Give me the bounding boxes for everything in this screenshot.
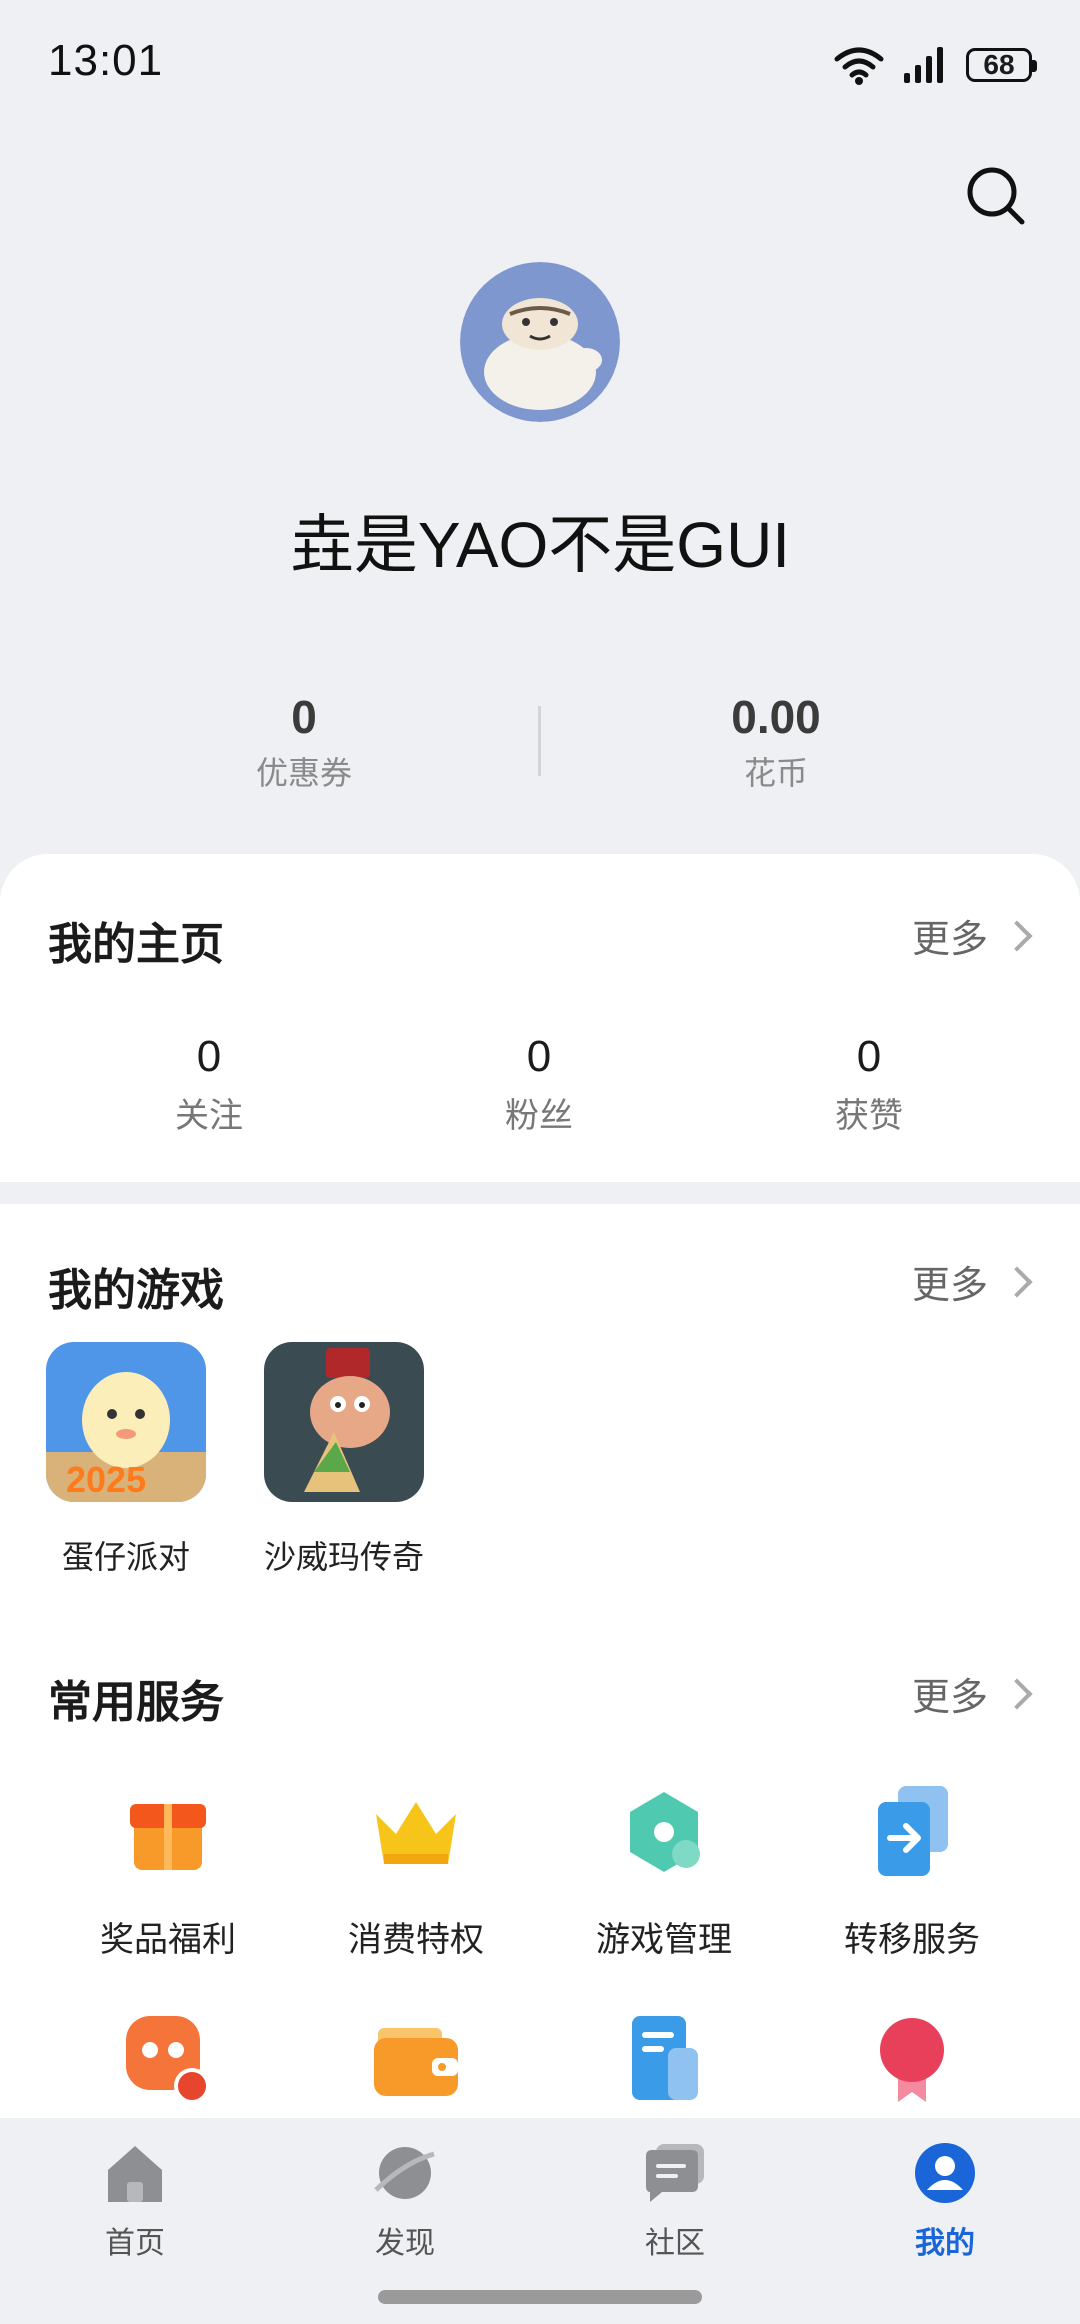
badge-icon — [880, 2018, 944, 2102]
tab-label: 首页 — [105, 2226, 165, 2261]
coupon-label: 优惠券 — [255, 754, 352, 792]
service-coin-icon — [126, 2016, 210, 2104]
coupon-count: 0 — [291, 691, 317, 743]
following-label: 关注 — [175, 1096, 243, 1136]
likes-value: 0 — [856, 1032, 882, 1081]
game-icon-eggy: 2025 — [46, 1342, 206, 1502]
main-card: 我的游戏 更多 2025 蛋仔派对 沙威玛传奇 常用服务 更多 奖品福利 消费特… — [0, 1204, 1080, 2118]
document-icon — [632, 2016, 698, 2100]
svg-text:2025: 2025 — [66, 1459, 146, 1500]
game-name: 蛋仔派对 — [61, 1538, 190, 1576]
services-more-label: 更多 — [911, 1675, 988, 1719]
gift-icon — [130, 1804, 206, 1870]
tab-label: 我的 — [915, 2226, 975, 2261]
stat-divider — [538, 706, 541, 776]
games-more-button[interactable]: 更多 — [911, 1254, 1033, 1309]
wallet-icon — [374, 2028, 458, 2096]
home-icon — [108, 2146, 162, 2202]
likes-count[interactable]: 0 获赞 — [704, 1032, 1034, 1137]
followers-count[interactable]: 0 粉丝 — [374, 1032, 704, 1137]
service-item[interactable] — [292, 2010, 540, 2110]
game-item[interactable]: 2025 蛋仔派对 — [31, 1342, 221, 1578]
coin-label: 花币 — [743, 754, 808, 792]
tab-home[interactable]: 首页 — [0, 2140, 270, 2262]
planet-icon — [374, 2147, 435, 2199]
chat-icon — [646, 2144, 704, 2202]
game-icon-shawarma — [264, 1342, 424, 1502]
homepage-more-label: 更多 — [911, 917, 988, 961]
chevron-right-icon — [1001, 1677, 1033, 1710]
homepage-title: 我的主页 — [48, 919, 224, 970]
service-game-management[interactable]: 游戏管理 — [540, 1784, 788, 1961]
chevron-right-icon — [1001, 1265, 1033, 1298]
wifi-icon — [834, 47, 884, 85]
coupon-stat[interactable]: 0 优惠券 — [154, 690, 454, 794]
transfer-icon — [878, 1786, 948, 1876]
service-label: 消费特权 — [348, 1920, 484, 1960]
followers-value: 0 — [526, 1032, 552, 1081]
service-item[interactable] — [540, 2010, 788, 2110]
tab-label: 发现 — [375, 2226, 435, 2261]
username: 垚是YAO不是GUI — [289, 509, 791, 581]
crown-icon — [376, 1802, 456, 1864]
service-label: 奖品福利 — [100, 1920, 236, 1960]
game-name: 沙威玛传奇 — [263, 1538, 424, 1576]
status-time: 13:01 — [48, 36, 164, 85]
person-icon — [915, 2143, 975, 2203]
likes-label: 获赞 — [835, 1096, 903, 1136]
avatar[interactable] — [460, 262, 620, 422]
status-icons: 68 — [834, 40, 1037, 90]
following-value: 0 — [196, 1032, 222, 1081]
tab-mine[interactable]: 我的 — [810, 2140, 1080, 2262]
following-count[interactable]: 0 关注 — [44, 1032, 374, 1137]
service-transfer[interactable]: 转移服务 — [788, 1784, 1036, 1961]
service-privileges[interactable]: 消费特权 — [292, 1784, 540, 1961]
search-icon[interactable] — [960, 160, 1032, 232]
signal-icon — [904, 47, 943, 83]
service-prizes[interactable]: 奖品福利 — [44, 1784, 292, 1961]
services-more-button[interactable]: 更多 — [911, 1666, 1033, 1721]
coin-stat[interactable]: 0.00 花币 — [626, 690, 926, 794]
chevron-right-icon — [1001, 919, 1033, 952]
home-indicator[interactable] — [378, 2290, 702, 2304]
games-more-label: 更多 — [911, 1263, 988, 1307]
service-label: 游戏管理 — [596, 1920, 732, 1960]
tab-community[interactable]: 社区 — [540, 2140, 810, 2262]
homepage-more-button[interactable]: 更多 — [911, 908, 1033, 963]
service-item[interactable] — [788, 2010, 1036, 2110]
games-title: 我的游戏 — [48, 1265, 224, 1316]
coin-balance: 0.00 — [731, 691, 821, 743]
game-manage-icon — [630, 1792, 700, 1872]
followers-label: 粉丝 — [505, 1096, 573, 1136]
battery-level: 68 — [983, 49, 1015, 80]
homepage-card: 我的主页 更多 0 关注 0 粉丝 0 获赞 — [0, 854, 1080, 1182]
battery-icon: 68 — [966, 48, 1037, 82]
tab-label: 社区 — [645, 2226, 705, 2261]
tab-discover[interactable]: 发现 — [270, 2140, 540, 2262]
game-item[interactable]: 沙威玛传奇 — [249, 1342, 439, 1578]
service-item[interactable] — [44, 2010, 292, 2110]
services-title: 常用服务 — [48, 1677, 224, 1728]
service-label: 转移服务 — [844, 1920, 980, 1960]
